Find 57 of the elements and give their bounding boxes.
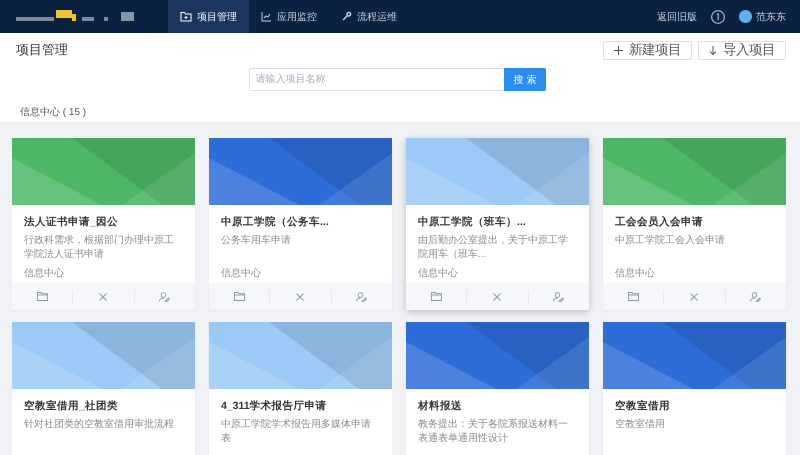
card-description: 针对社团类的空教室借用审批流程 [24, 418, 175, 432]
close-icon[interactable] [493, 292, 502, 300]
card-description: 行政科需求，根据部门办理中原工学院法人证书申请 [24, 234, 175, 262]
card-description: 由后勤办公室提出，关于中原工学院用车（班车... [418, 234, 569, 262]
card-category: 信息中心 [615, 266, 656, 280]
user-edit-icon[interactable] [553, 292, 564, 302]
close-icon[interactable] [296, 292, 304, 300]
close-icon[interactable] [690, 292, 698, 300]
user-edit-icon[interactable] [356, 292, 368, 302]
folder-icon[interactable] [36, 292, 48, 301]
old-version-link[interactable]: 返回旧版 [657, 10, 697, 24]
nav-tab[interactable]: 应用监控 [249, 0, 329, 33]
logo-icon [16, 10, 134, 24]
folder-icon[interactable] [430, 292, 442, 301]
project-card[interactable]: 法人证书申请_因公 行政科需求，根据部门办理中原工学院法人证书申请 信息中心 [12, 138, 195, 310]
card-category: 信息中心 [221, 266, 262, 280]
card-description: 教务提出：关于各院系报送材料一表通表单通用性设计 [418, 418, 569, 446]
arrow-down-icon [709, 46, 717, 54]
info-icon[interactable] [711, 10, 725, 24]
project-card[interactable]: 中原工学院（班车）... 由后勤办公室提出，关于中原工学院用车（班车... 信息中心 [406, 138, 589, 310]
card-title: 法人证书申请_因公 [24, 215, 119, 229]
import-project-button[interactable]: 导入项目 [698, 40, 786, 60]
folder-plus-icon [180, 11, 192, 22]
plus-icon [614, 46, 623, 54]
group-label: 信息中心 ( 15 ) [20, 106, 86, 119]
card-category: 信息中心 [418, 266, 459, 280]
close-icon[interactable] [99, 292, 108, 300]
project-card[interactable]: 空教室借用_社团类 针对社团类的空教室借用审批流程 [12, 322, 195, 455]
project-card[interactable]: 中原工学院（公务车... 公务车用车申请 信息中心 [209, 138, 392, 310]
user-name[interactable]: 范东东 [756, 10, 786, 24]
card-title: 中原工学院（公务车... [221, 215, 330, 229]
folder-icon[interactable] [234, 292, 245, 301]
avatar-icon[interactable] [739, 10, 752, 23]
page-title: 项目管理 [16, 41, 68, 59]
card-title: 空教室借用 [615, 399, 671, 413]
nav-tab[interactable]: 流程运维 [329, 0, 409, 33]
card-description: 空教室借用 [615, 418, 666, 432]
user-edit-icon[interactable] [750, 292, 762, 302]
card-category: 信息中心 [24, 266, 65, 280]
project-card[interactable]: 4_311学术报告厅申请 中原工学院学术报告用多媒体申请表 [209, 322, 392, 455]
project-card[interactable]: 材料报送 教务提出：关于各院系报送材料一表通表单通用性设计 [406, 322, 589, 455]
card-title: 材料报送 [418, 399, 463, 413]
card-description: 中原工学院工会入会申请 [615, 234, 726, 248]
card-title: 4_311学术报告厅申请 [221, 399, 328, 413]
folder-icon[interactable] [628, 292, 639, 301]
card-title: 工会会员入会申请 [615, 215, 704, 229]
card-title: 中原工学院（班车）... [418, 215, 527, 229]
nav-tab[interactable]: 项目管理 [168, 0, 249, 33]
chart-icon [261, 11, 272, 22]
card-title: 空教室借用_社团类 [24, 399, 119, 413]
card-description: 中原工学院学术报告用多媒体申请表 [221, 418, 372, 446]
card-description: 公务车用车申请 [221, 234, 292, 248]
project-card[interactable]: 空教室借用 空教室借用 [603, 322, 786, 455]
search-field[interactable]: 请输入项目名称 [248, 68, 504, 91]
user-edit-icon[interactable] [159, 292, 170, 302]
new-project-button[interactable]: 新建项目 [603, 40, 692, 60]
project-card[interactable]: 工会会员入会申请 中原工学院工会入会申请 信息中心 [603, 138, 786, 310]
